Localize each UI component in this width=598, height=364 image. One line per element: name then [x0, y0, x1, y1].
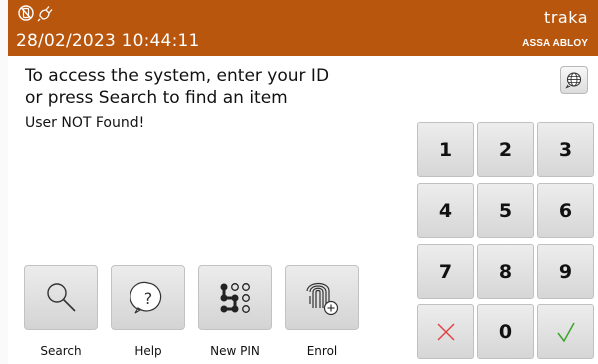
key-8[interactable]: 8: [477, 244, 534, 299]
status-icons: [18, 4, 53, 24]
enrol-button[interactable]: [285, 265, 359, 330]
new-pin-button[interactable]: [198, 265, 272, 330]
header-bar: 28/02/2023 10:44:11 traka ASSA ABLOY: [8, 0, 598, 56]
fingerprint-add-icon: [306, 282, 339, 315]
key-3[interactable]: 3: [537, 122, 594, 177]
help-button[interactable]: ?: [111, 265, 185, 330]
key-9[interactable]: 9: [537, 244, 594, 299]
key-2[interactable]: 2: [477, 122, 534, 177]
cancel-x-icon: [437, 323, 454, 340]
language-button[interactable]: [560, 66, 588, 94]
error-message: User NOT Found!: [25, 115, 145, 131]
enrol-label: Enrol: [306, 344, 338, 358]
search-button[interactable]: [24, 265, 98, 330]
key-5[interactable]: 5: [477, 183, 534, 238]
confirm-button[interactable]: [537, 304, 594, 359]
instruction-line-2: or press Search to find an item: [25, 88, 288, 108]
instruction-text: To access the system, enter your ID or p…: [25, 65, 329, 109]
key-1[interactable]: 1: [417, 122, 474, 177]
brand-sub: ASSA ABLOY: [522, 38, 588, 49]
brand-logo: traka ASSA ABLOY: [522, 8, 588, 50]
pin-pattern-icon: [220, 282, 250, 313]
search-label: Search: [40, 344, 82, 358]
mobile-off-icon: [18, 5, 34, 21]
globe-icon: [565, 72, 582, 89]
key-4[interactable]: 4: [417, 183, 474, 238]
left-edge: [0, 0, 8, 364]
datetime: 28/02/2023 10:44:11: [16, 31, 200, 51]
key-6[interactable]: 6: [537, 183, 594, 238]
brand-name: traka: [544, 8, 588, 27]
help-label: Help: [134, 344, 162, 358]
new-pin-label: New PIN: [210, 344, 260, 358]
confirm-check-icon: [556, 322, 575, 342]
key-7[interactable]: 7: [417, 244, 474, 299]
power-plug-icon: [37, 6, 53, 22]
help-icon: ?: [130, 281, 162, 314]
cancel-button[interactable]: [417, 304, 474, 359]
svg-text:?: ?: [144, 289, 153, 308]
key-0[interactable]: 0: [477, 304, 534, 359]
search-icon: [47, 282, 76, 312]
instruction-line-1: To access the system, enter your ID: [25, 66, 330, 86]
